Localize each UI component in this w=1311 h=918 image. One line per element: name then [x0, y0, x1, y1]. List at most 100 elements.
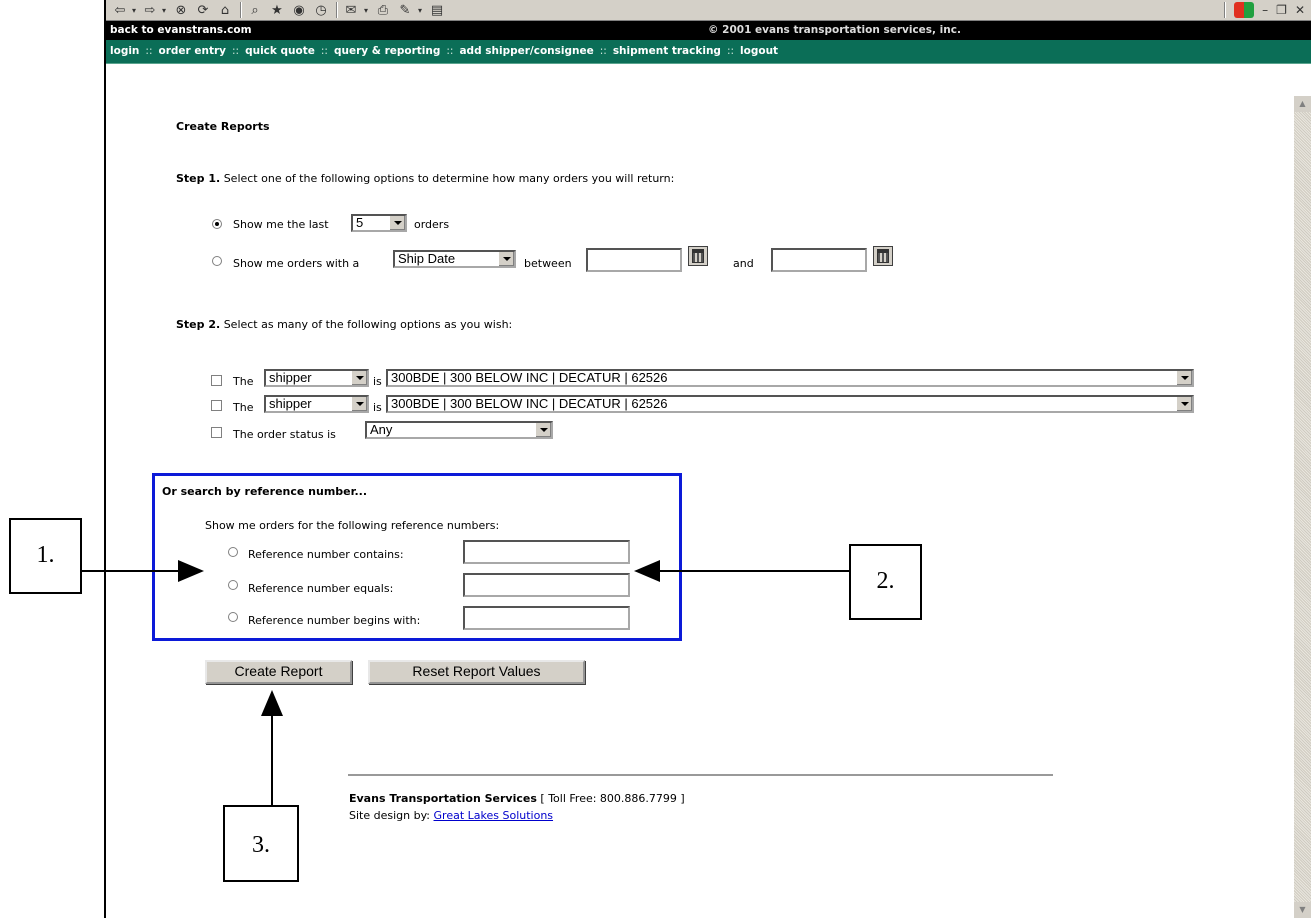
- step1-option2-prefix: Show me orders with a: [233, 257, 360, 270]
- order-count-value: 5: [356, 215, 364, 230]
- back-icon[interactable]: ⇦: [112, 2, 128, 18]
- restore-icon[interactable]: ❐: [1276, 3, 1287, 17]
- ref-equals-input[interactable]: [463, 573, 630, 597]
- filter2-field-select[interactable]: shipper: [264, 395, 369, 413]
- filter1-field-select[interactable]: shipper: [264, 369, 369, 387]
- forward-dropdown-icon[interactable]: ▾: [160, 2, 168, 18]
- callout-1-arrowhead-icon: [178, 560, 204, 582]
- search-icon[interactable]: ⌕: [246, 2, 264, 18]
- chevron-down-icon[interactable]: [389, 216, 405, 230]
- date-field-value: Ship Date: [398, 251, 456, 266]
- end-date-input[interactable]: [771, 248, 867, 272]
- mail-icon[interactable]: ✉: [342, 2, 360, 18]
- ref-begins-radio[interactable]: [228, 612, 238, 622]
- toolbar-separator: [336, 2, 338, 18]
- nav-item-quick-quote[interactable]: quick quote: [245, 45, 315, 57]
- order-status-select[interactable]: Any: [365, 421, 553, 439]
- nav-item-logout[interactable]: logout: [740, 45, 778, 57]
- ref-contains-label: Reference number contains:: [248, 548, 404, 561]
- nav-item-order-entry[interactable]: order entry: [158, 45, 226, 57]
- reset-report-values-button[interactable]: Reset Report Values: [368, 660, 585, 684]
- nav-separator: ::: [145, 45, 153, 57]
- mail-dropdown-icon[interactable]: ▾: [362, 2, 370, 18]
- edit-icon[interactable]: ✎: [396, 2, 414, 18]
- filter2-value: 300BDE | 300 BELOW INC | DECATUR | 62526: [391, 396, 668, 411]
- footer-tollfree: [ Toll Free: 800.886.7799 ]: [540, 792, 685, 805]
- chevron-down-icon[interactable]: [1176, 371, 1192, 385]
- callout-2-arrow-line: [655, 570, 849, 572]
- edit-dropdown-icon[interactable]: ▾: [416, 2, 424, 18]
- step1-instructions: Step 1. Select one of the following opti…: [176, 172, 674, 185]
- nav-item-add-shipper-consignee[interactable]: add shipper/consignee: [459, 45, 593, 57]
- history-icon[interactable]: ◷: [312, 2, 330, 18]
- nav-item-query-reporting[interactable]: query & reporting: [334, 45, 440, 57]
- scroll-down-icon[interactable]: ▼: [1294, 902, 1311, 918]
- and-label: and: [733, 257, 754, 270]
- calendar-icon[interactable]: [873, 246, 893, 266]
- ref-contains-radio[interactable]: [228, 547, 238, 557]
- calendar-icon[interactable]: [688, 246, 708, 266]
- ref-begins-input[interactable]: [463, 606, 630, 630]
- back-dropdown-icon[interactable]: ▾: [130, 2, 138, 18]
- step1-option-date-radio[interactable]: [212, 256, 222, 266]
- copyright-text: © 2001 evans transportation services, in…: [708, 24, 961, 36]
- create-report-button[interactable]: Create Report: [205, 660, 352, 684]
- date-field-select[interactable]: Ship Date: [393, 250, 516, 268]
- favorites-icon[interactable]: ★: [268, 2, 286, 18]
- discuss-icon[interactable]: ▤: [428, 2, 446, 18]
- ref-equals-label: Reference number equals:: [248, 582, 394, 595]
- step1-heading: Step 1.: [176, 172, 221, 185]
- window-controls: – ❐ ✕: [1224, 0, 1311, 20]
- media-icon[interactable]: ◉: [290, 2, 308, 18]
- callout-1-box: 1.: [9, 518, 82, 594]
- refresh-icon[interactable]: ⟳: [194, 2, 212, 18]
- footer-company-line: Evans Transportation Services [ Toll Fre…: [349, 792, 685, 805]
- forward-icon[interactable]: ⇨: [142, 2, 158, 18]
- between-label: between: [524, 257, 572, 270]
- vertical-scrollbar[interactable]: ▲ ▼: [1294, 96, 1311, 918]
- filter1-checkbox[interactable]: [211, 375, 222, 386]
- step2-instructions: Step 2. Select as many of the following …: [176, 318, 512, 331]
- scroll-up-icon[interactable]: ▲: [1294, 96, 1311, 112]
- order-count-select[interactable]: 5: [351, 214, 407, 232]
- nav-list: login:: order entry:: quick quote:: query &…: [110, 45, 778, 57]
- ref-begins-label: Reference number begins with:: [248, 614, 421, 627]
- great-lakes-solutions-link[interactable]: Great Lakes Solutions: [434, 809, 554, 822]
- filter2-value-select[interactable]: 300BDE | 300 BELOW INC | DECATUR | 62526: [386, 395, 1194, 413]
- start-date-input[interactable]: [586, 248, 682, 272]
- chevron-down-icon[interactable]: [535, 423, 551, 437]
- ref-contains-input[interactable]: [463, 540, 630, 564]
- filter2-checkbox[interactable]: [211, 400, 222, 411]
- chevron-down-icon[interactable]: [1176, 397, 1192, 411]
- chevron-down-icon[interactable]: [498, 252, 514, 266]
- footer-credit-line: Site design by: Great Lakes Solutions: [349, 809, 553, 822]
- windows-logo-icon: [1234, 2, 1255, 18]
- filter1-value-select[interactable]: 300BDE | 300 BELOW INC | DECATUR | 62526: [386, 369, 1194, 387]
- nav-separator: ::: [232, 45, 240, 57]
- callout-3-box: 3.: [223, 805, 299, 882]
- ref-equals-radio[interactable]: [228, 580, 238, 590]
- nav-separator: ::: [320, 45, 328, 57]
- filter2-is: is: [373, 401, 382, 414]
- site-top-bar: back to evanstrans.com © 2001 evans tran…: [106, 21, 1311, 40]
- filter2-field-value: shipper: [269, 396, 312, 411]
- callout-3-arrow-line: [271, 715, 273, 805]
- step1-option-last-radio[interactable]: [212, 219, 222, 229]
- nav-item-login[interactable]: login: [110, 45, 139, 57]
- step2-heading: Step 2.: [176, 318, 221, 331]
- footer-credit-prefix: Site design by:: [349, 809, 431, 822]
- print-icon[interactable]: ⎙: [374, 2, 392, 18]
- chevron-down-icon[interactable]: [351, 371, 367, 385]
- reference-heading: Or search by reference number...: [162, 485, 368, 498]
- status-checkbox[interactable]: [211, 427, 222, 438]
- toolbar-separator: [240, 2, 242, 18]
- nav-item-shipment-tracking[interactable]: shipment tracking: [613, 45, 721, 57]
- callout-2-box: 2.: [849, 544, 922, 620]
- back-to-site-link[interactable]: back to evanstrans.com: [110, 24, 252, 36]
- chevron-down-icon[interactable]: [351, 397, 367, 411]
- filter1-is: is: [373, 375, 382, 388]
- close-icon[interactable]: ✕: [1295, 3, 1305, 17]
- stop-icon[interactable]: ⊗: [172, 2, 190, 18]
- home-icon[interactable]: ⌂: [216, 2, 234, 18]
- minimize-icon[interactable]: –: [1262, 3, 1268, 17]
